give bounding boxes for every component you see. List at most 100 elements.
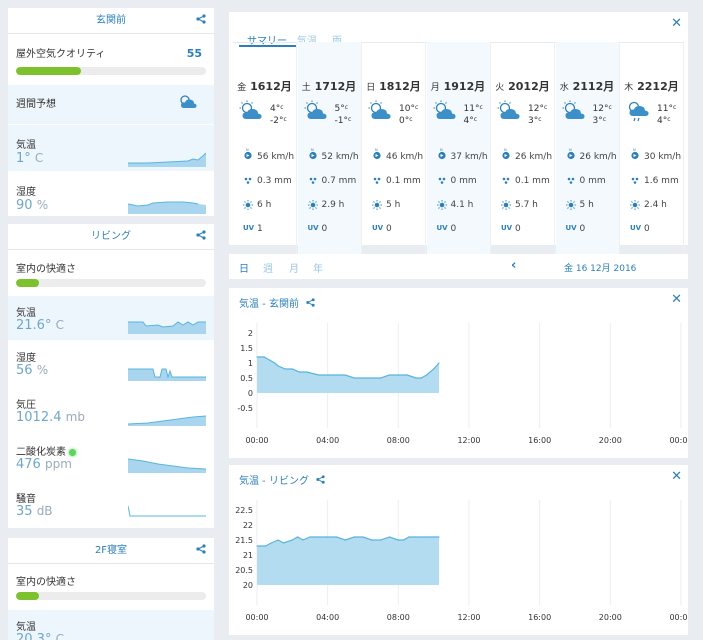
humidity-value: 56 % [16, 363, 49, 378]
data-point [424, 536, 426, 538]
period-day[interactable]: 日 [239, 260, 249, 275]
x-tick-label: 12:00 [457, 436, 480, 445]
temp-label: 気温 [16, 140, 36, 151]
rain-value: 0.3 mm [257, 176, 292, 186]
temp-value: 21.6° C [16, 318, 64, 333]
data-point [344, 374, 346, 376]
data-point [284, 368, 286, 370]
comfort-row[interactable]: 室内の快適さ [8, 251, 214, 295]
day-date: 16 [250, 80, 266, 93]
current-date: 金 16 12月 2016 [564, 264, 637, 274]
comfort-row[interactable]: 室内の快適さ [8, 565, 214, 609]
air-quality-row[interactable]: 屋外空気クオリティ 55 [8, 35, 214, 84]
noise-label: 騒音 [16, 494, 36, 505]
x-tick-label: 04:00 [316, 613, 339, 622]
uv-value: 0 [321, 224, 328, 234]
humidity-sparkline [128, 201, 206, 214]
rain-value: 0 mm [450, 176, 477, 186]
comfort-bar-fill [16, 279, 39, 287]
sunshine-value: 5.7 h [515, 200, 538, 210]
wind-value: 26 km/h [515, 152, 553, 162]
sunshine-value: 4.1 h [450, 200, 474, 210]
temp-row[interactable]: 気温 21.6° C [8, 296, 214, 340]
forecast-day[interactable]: 土 1712月 5°c -1°c N 52 km/h 0.7 mm 2.9 h UV 0 [297, 42, 362, 257]
uv-label: UV [436, 224, 448, 232]
rain-icon [566, 175, 576, 188]
x-tick-label: 20:00 [599, 436, 622, 445]
rain-value: 0.7 mm [321, 176, 357, 186]
period-month[interactable]: 月 [289, 260, 299, 275]
temp-row[interactable]: 気温 1° C [8, 125, 214, 171]
share-icon[interactable] [196, 224, 206, 250]
wind-icon: N [566, 148, 576, 163]
uv-label: UV [307, 224, 319, 232]
partly-cloudy-icon [178, 93, 198, 113]
data-point [415, 536, 417, 538]
air-quality-bar [16, 67, 206, 75]
wind-value: 26 km/h [579, 152, 617, 162]
day-of-week: 水 [559, 83, 569, 93]
data-point [380, 539, 382, 541]
data-point [397, 539, 399, 541]
data-point [406, 374, 408, 376]
share-icon[interactable] [196, 8, 206, 34]
sun-icon [630, 200, 640, 213]
partly-cloudy-icon [304, 100, 328, 124]
forecast-day[interactable]: 木 2212月 11°c 4°c N 30 km/h 1.6 mm 2.4 h UV 0 [620, 42, 684, 257]
forecast-row[interactable]: 週間予想 [8, 85, 214, 124]
data-point [388, 374, 391, 376]
forecast-day[interactable]: 金 1612月 4°c -2°c N 56 km/h 0.3 mm 6 h UV 1 [233, 42, 297, 257]
sunshine-value: 5 h [386, 200, 401, 210]
noise-row[interactable]: 騒音 35 dB [8, 482, 214, 528]
day-month: 12月 [587, 80, 615, 93]
data-point [305, 371, 308, 373]
forecast-label: 週間予想 [16, 99, 56, 110]
x-tick-label: 08:00 [387, 613, 410, 622]
noise-value: 35 dB [16, 504, 53, 519]
humidity-row[interactable]: 湿度 90 % [8, 172, 214, 216]
rain-icon [437, 175, 447, 188]
data-point [415, 377, 417, 379]
x-tick-label: 16:00 [528, 613, 551, 622]
wind-value: 37 km/h [450, 152, 488, 162]
rain-icon [308, 175, 318, 188]
period-week[interactable]: 週 [263, 260, 273, 275]
pressure-row[interactable]: 気圧 1012.4 mb [8, 388, 214, 434]
humidity-row[interactable]: 湿度 56 % [8, 341, 214, 387]
y-tick-label: 1.5 [240, 344, 253, 353]
period-year[interactable]: 年 [313, 260, 323, 275]
uv-label: UV [565, 224, 577, 232]
temp-value: 1° C [16, 151, 44, 166]
wind-value: 56 km/h [257, 152, 295, 162]
forecast-day[interactable]: 日 1812月 10°c 0°c N 46 km/h 0.1 mm 5 h UV 0 [362, 42, 426, 257]
pressure-value: 1012.4 mb [16, 410, 85, 425]
x-tick-label: 12:00 [457, 613, 480, 622]
svg-text:N: N [633, 148, 636, 152]
module-title: 2F寝室 [94, 545, 128, 556]
forecast-day[interactable]: 月 1912月 11°c 4°c N 37 km/h 0 mm 4.1 h UV 0 [426, 42, 491, 257]
close-icon[interactable]: ✕ [671, 16, 682, 31]
temp-row[interactable]: 気温 20.3° C [8, 610, 214, 640]
data-point [335, 374, 338, 376]
chart-panel-living: 気温 - リビング ✕ 00:00 04:00 08:00 12:00 16:00 20:… [229, 465, 688, 635]
forecast-day[interactable]: 火 2012月 12°c 3°c N 26 km/h 0.1 mm 5.7 h UV 0 [491, 42, 555, 257]
data-point [380, 377, 382, 379]
sun-icon [436, 200, 447, 213]
co2-row[interactable]: 二酸化炭素 476 ppm [8, 435, 214, 481]
svg-text:N: N [311, 148, 314, 152]
module-title: 玄関前 [96, 15, 126, 26]
uv-value: 0 [386, 224, 392, 234]
x-tick-label: 00:00 [245, 613, 268, 622]
chart-entrance-temperature: 00:00 04:00 08:00 12:00 16:00 20:00 00:00 2 1.5 1… [237, 323, 688, 445]
forecast-day[interactable]: 水 2112月 12°c 3°c N 26 km/h 0 mm 5 h UV 0 [555, 42, 620, 257]
data-point [309, 536, 311, 538]
comfort-bar [16, 279, 206, 287]
data-point [438, 362, 440, 364]
x-tick-label: 08:00 [387, 436, 410, 445]
chevron-left-icon[interactable]: ‹ [511, 258, 516, 273]
air-quality-bar-fill [16, 67, 81, 75]
rain-icon [372, 175, 382, 188]
svg-text:N: N [440, 148, 443, 152]
module-header: 玄関前 [8, 8, 214, 34]
share-icon[interactable] [196, 538, 206, 564]
